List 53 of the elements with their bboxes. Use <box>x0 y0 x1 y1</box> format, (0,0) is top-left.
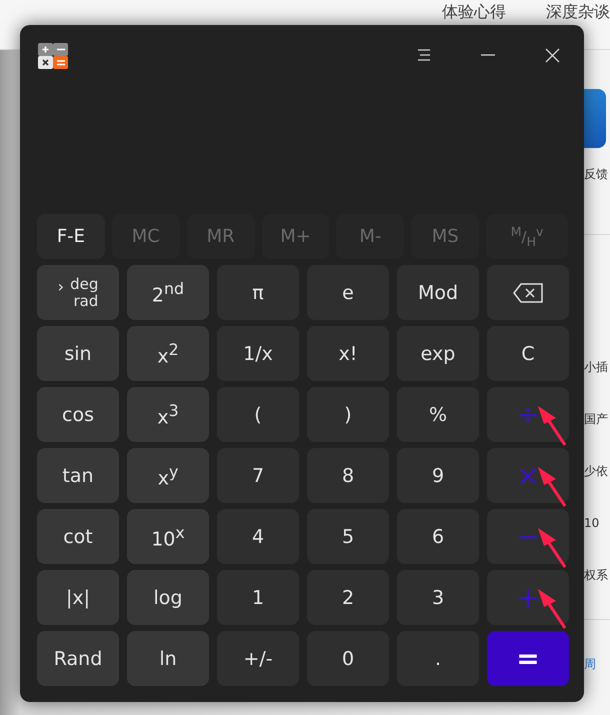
calculator-key[interactable]: 2 <box>307 570 389 625</box>
list-item-text[interactable]: 国产 <box>584 411 610 427</box>
calculator-key[interactable]: x$^{2}$ <box>127 326 209 381</box>
list-item-text[interactable]: 小插 <box>584 359 610 375</box>
calculator-key[interactable]: exp <box>397 326 479 381</box>
calculator-key[interactable]: 7 <box>217 448 299 503</box>
calculator-key[interactable]: % <box>397 387 479 442</box>
calculator-key[interactable]: |x| <box>37 570 119 625</box>
calculator-key[interactable]: ) <box>307 387 389 442</box>
tile-caption: 反馈 <box>584 166 609 182</box>
list-item-text[interactable]: 10 <box>584 515 610 531</box>
equals-key[interactable]: = <box>487 631 569 686</box>
calculator-icon <box>37 42 69 70</box>
calculator-key[interactable]: 6 <box>397 509 479 564</box>
backspace-icon <box>513 282 543 302</box>
calculator-key[interactable]: 9 <box>397 448 479 503</box>
calculator-key[interactable]: tan <box>37 448 119 503</box>
close-icon[interactable] <box>545 48 560 62</box>
calculator-key[interactable]: Mod <box>397 265 479 320</box>
calculator-key[interactable]: 1 <box>217 570 299 625</box>
calculator-key[interactable]: x$^{y}$ <box>127 448 209 503</box>
calculator-key[interactable]: 8 <box>307 448 389 503</box>
nav-tab[interactable]: 深度杂谈 <box>546 0 610 22</box>
calculator-key[interactable]: cot <box>37 509 119 564</box>
calculator-key[interactable]: e <box>307 265 389 320</box>
calculator-key[interactable]: log <box>127 570 209 625</box>
calculator-key[interactable]: π <box>217 265 299 320</box>
calculator-key[interactable]: cos <box>37 387 119 442</box>
minimize-icon[interactable] <box>481 54 495 56</box>
calculator-key[interactable]: ln <box>127 631 209 686</box>
calculator-key[interactable]: 1/x <box>217 326 299 381</box>
calculator-key[interactable]: 0 <box>307 631 389 686</box>
calculator-key[interactable]: 10$^{x}$ <box>127 509 209 564</box>
calculator-key[interactable]: . <box>397 631 479 686</box>
list-item-text[interactable]: 少依 <box>584 463 610 479</box>
calculator-key[interactable]: 5 <box>307 509 389 564</box>
calculator-key[interactable]: 2$^{nd}$ <box>127 265 209 320</box>
calculator-key[interactable]: 3 <box>397 570 479 625</box>
backspace-key[interactable] <box>487 265 569 320</box>
calculator-key[interactable]: Rand <box>37 631 119 686</box>
nav-tab[interactable]: 体验心得 <box>442 0 506 22</box>
list-item-text[interactable]: 权系 <box>584 567 610 583</box>
memory-key[interactable]: F-E <box>37 214 105 259</box>
calculator-key[interactable]: x! <box>307 326 389 381</box>
calculator-key[interactable]: x$^{3}$ <box>127 387 209 442</box>
link[interactable]: 周 <box>584 656 610 672</box>
calculator-key[interactable]: C <box>487 326 569 381</box>
menu-icon[interactable] <box>417 49 431 61</box>
calculator-key[interactable]: +/- <box>217 631 299 686</box>
calculator-key[interactable]: ( <box>217 387 299 442</box>
app-tile-icon[interactable] <box>584 89 606 148</box>
calculator-key[interactable]: sin <box>37 326 119 381</box>
calculator-key[interactable]: 4 <box>217 509 299 564</box>
